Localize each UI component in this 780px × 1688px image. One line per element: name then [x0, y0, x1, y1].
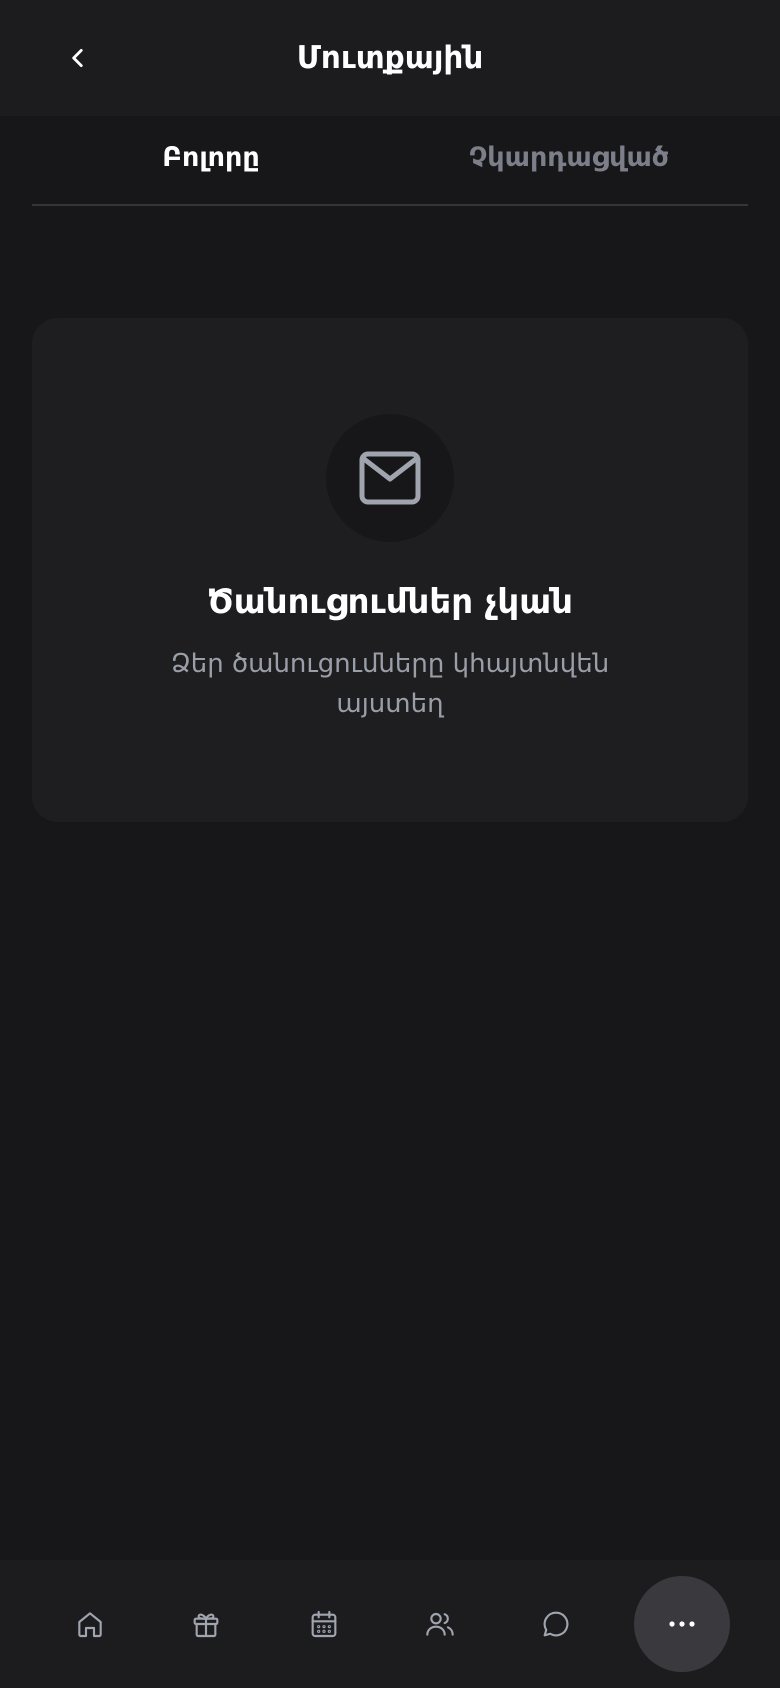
calendar-icon	[311, 1610, 337, 1638]
nav-home[interactable]	[60, 1594, 120, 1654]
tab-unread[interactable]: Չկարդացված	[390, 116, 748, 204]
page-title: Մուտքային	[296, 40, 484, 76]
app-header: Մուտքային	[0, 0, 780, 116]
nav-messages[interactable]	[526, 1594, 586, 1654]
empty-state-description: Ձեր ծանուցումները կհայտնվեն այստեղ	[170, 649, 610, 719]
tab-all[interactable]: Բոլորը	[32, 116, 390, 204]
home-icon	[78, 1612, 102, 1638]
tab-bar: Բոլորը Չկարդացված	[32, 116, 748, 206]
chat-icon	[543, 1611, 569, 1637]
nav-people[interactable]	[410, 1594, 470, 1654]
gift-icon	[193, 1613, 219, 1638]
mail-icon	[359, 451, 421, 505]
more-icon	[669, 1621, 695, 1627]
empty-state-icon-circle	[326, 414, 454, 542]
empty-state-title: Ծանուցումներ չկան	[207, 582, 573, 622]
inbox-screen: Մուտքային Բոլորը Չկարդացված Ծանուցումներ…	[0, 0, 780, 1688]
users-icon	[426, 1612, 454, 1636]
bottom-navigation	[0, 1560, 780, 1688]
nav-calendar[interactable]	[294, 1594, 354, 1654]
nav-gifts[interactable]	[176, 1594, 236, 1654]
empty-state-card: Ծանուցումներ չկան Ձեր ծանուցումները կհայ…	[32, 318, 748, 822]
nav-more-button[interactable]	[634, 1576, 730, 1672]
